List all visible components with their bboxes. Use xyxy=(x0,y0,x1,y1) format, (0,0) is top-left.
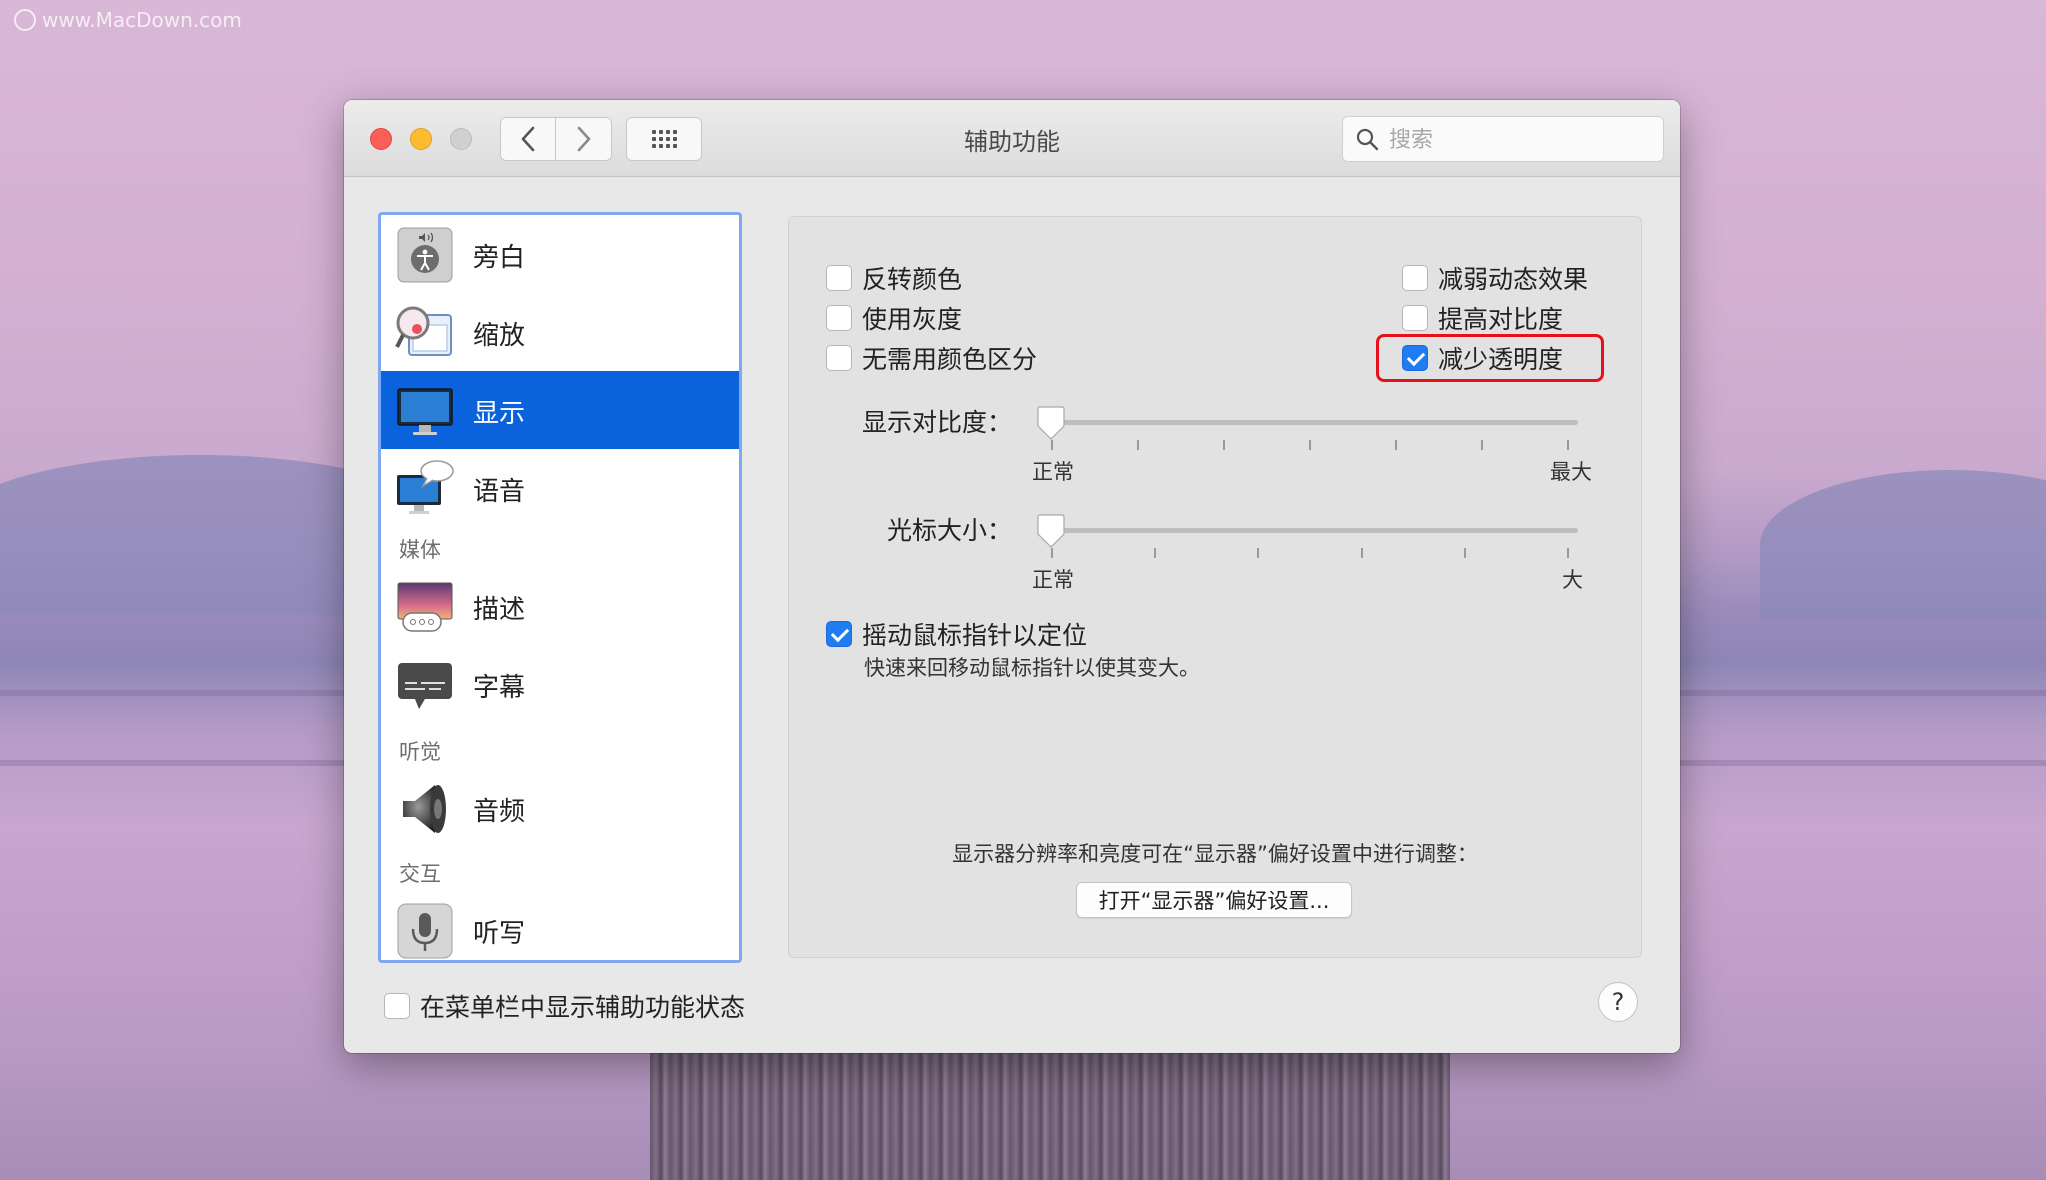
speaker-icon xyxy=(403,785,446,833)
cursor-size-label: 光标大小： xyxy=(886,516,1012,545)
contrast-slider-label: 显示对比度： xyxy=(861,408,1012,437)
contrast-tick xyxy=(1137,440,1139,450)
differentiate-without-color-option[interactable]: 无需用颜色区分 xyxy=(826,340,1037,376)
shake-to-locate-option[interactable]: 摇动鼠标指针以定位 xyxy=(826,616,1087,652)
watermark-logo-icon xyxy=(14,9,36,31)
shake-to-locate-description: 快速来回移动鼠标指针以使其变大。 xyxy=(864,656,1200,680)
menubar-status-label: 在菜单栏中显示辅助功能状态 xyxy=(420,993,746,1022)
sidebar-item-dictation[interactable]: 听写 xyxy=(381,891,739,960)
voiceover-icon xyxy=(397,227,453,283)
category-sidebar[interactable]: 旁白 缩放 显示 语音 媒体 描述 字幕 听觉 音频 交互 听写 xyxy=(378,212,742,963)
use-grayscale-option[interactable]: 使用灰度 xyxy=(826,300,962,336)
contrast-tick xyxy=(1223,440,1225,450)
differentiate-without-color-label: 无需用颜色区分 xyxy=(862,345,1038,374)
open-display-preferences-button[interactable]: 打开“显示器”偏好设置... xyxy=(1076,882,1352,918)
contrast-tick xyxy=(1309,440,1311,450)
contrast-tick xyxy=(1567,440,1569,450)
search-field[interactable] xyxy=(1342,116,1664,163)
sidebar-item-zoom[interactable]: 缩放 xyxy=(381,293,739,371)
increase-contrast-label: 提高对比度 xyxy=(1438,305,1564,334)
reduce-motion-checkbox[interactable] xyxy=(1402,265,1428,291)
contrast-tick xyxy=(1395,440,1397,450)
sidebar-item-label: 描述 xyxy=(473,595,526,625)
sidebar-item-label: 缩放 xyxy=(473,321,526,351)
contrast-max-label: 最大 xyxy=(1550,460,1592,484)
sidebar-item-speech[interactable]: 语音 xyxy=(381,449,739,527)
cursor-size-tick xyxy=(1567,548,1569,558)
menubar-status-option[interactable]: 在菜单栏中显示辅助功能状态 xyxy=(384,988,745,1024)
contrast-tick xyxy=(1051,440,1053,450)
shake-to-locate-checkbox[interactable] xyxy=(826,621,852,647)
title-bar: 辅助功能 xyxy=(344,100,1680,177)
highlight-annotation-box xyxy=(1376,334,1604,382)
microphone-icon xyxy=(397,903,453,959)
increase-contrast-checkbox[interactable] xyxy=(1402,305,1428,331)
shake-to-locate-label: 摇动鼠标指针以定位 xyxy=(862,621,1088,650)
section-label-hearing: 听觉 xyxy=(399,740,441,764)
display-preferences-note: 显示器分辨率和亮度可在“显示器”偏好设置中进行调整： xyxy=(952,842,1478,866)
cursor-size-slider-track[interactable] xyxy=(1040,528,1578,533)
contrast-tick xyxy=(1481,440,1483,450)
section-label-media: 媒体 xyxy=(399,538,441,562)
descriptions-icon xyxy=(397,582,453,632)
watermark: www.MacDown.com xyxy=(14,8,242,32)
display-icon xyxy=(397,388,453,435)
sidebar-item-label: 显示 xyxy=(473,399,526,429)
contrast-min-label: 正常 xyxy=(1032,460,1074,484)
contrast-slider-thumb[interactable] xyxy=(1036,406,1066,440)
sidebar-item-voiceover[interactable]: 旁白 xyxy=(381,215,739,293)
sidebar-item-captions[interactable]: 字幕 xyxy=(381,645,739,723)
sidebar-item-label: 字幕 xyxy=(473,673,526,703)
cursor-size-tick xyxy=(1051,548,1053,558)
differentiate-without-color-checkbox[interactable] xyxy=(826,345,852,371)
invert-colors-option[interactable]: 反转颜色 xyxy=(826,260,962,296)
sidebar-item-audio[interactable]: 音频 xyxy=(381,769,739,847)
sidebar-item-label: 旁白 xyxy=(473,243,526,273)
use-grayscale-label: 使用灰度 xyxy=(862,305,963,334)
sidebar-item-label: 音频 xyxy=(473,797,526,827)
search-icon xyxy=(1356,128,1379,151)
watermark-text: www.MacDown.com xyxy=(42,8,242,32)
cursor-size-tick xyxy=(1361,548,1363,558)
contrast-slider-track[interactable] xyxy=(1040,420,1578,425)
sidebar-item-display[interactable]: 显示 xyxy=(381,371,739,449)
cursor-size-slider-thumb[interactable] xyxy=(1036,514,1066,548)
zoom-icon xyxy=(395,306,452,356)
invert-colors-checkbox[interactable] xyxy=(826,265,852,291)
sidebar-item-label: 听写 xyxy=(473,919,526,949)
cursor-size-tick xyxy=(1154,548,1156,558)
invert-colors-label: 反转颜色 xyxy=(862,265,963,294)
cursor-size-min-label: 正常 xyxy=(1032,568,1074,592)
cursor-size-tick xyxy=(1257,548,1259,558)
water-reflection xyxy=(650,1050,1450,1180)
mountain-right xyxy=(1760,470,2046,620)
reduce-motion-label: 减弱动态效果 xyxy=(1438,265,1589,294)
sidebar-item-label: 语音 xyxy=(473,477,526,507)
use-grayscale-checkbox[interactable] xyxy=(826,305,852,331)
reduce-motion-option[interactable]: 减弱动态效果 xyxy=(1402,260,1588,296)
cursor-size-tick xyxy=(1464,548,1466,558)
sidebar-item-descriptions[interactable]: 描述 xyxy=(381,567,739,645)
help-button[interactable]: ? xyxy=(1598,982,1638,1022)
menubar-status-checkbox[interactable] xyxy=(384,993,410,1019)
increase-contrast-option[interactable]: 提高对比度 xyxy=(1402,300,1563,336)
accessibility-window: 辅助功能 旁白 xyxy=(344,100,1680,1053)
captions-icon xyxy=(398,663,452,709)
speech-icon xyxy=(397,460,454,514)
cursor-size-max-label: 大 xyxy=(1562,568,1583,592)
section-label-interaction: 交互 xyxy=(399,862,441,886)
search-input[interactable] xyxy=(1387,117,1651,163)
